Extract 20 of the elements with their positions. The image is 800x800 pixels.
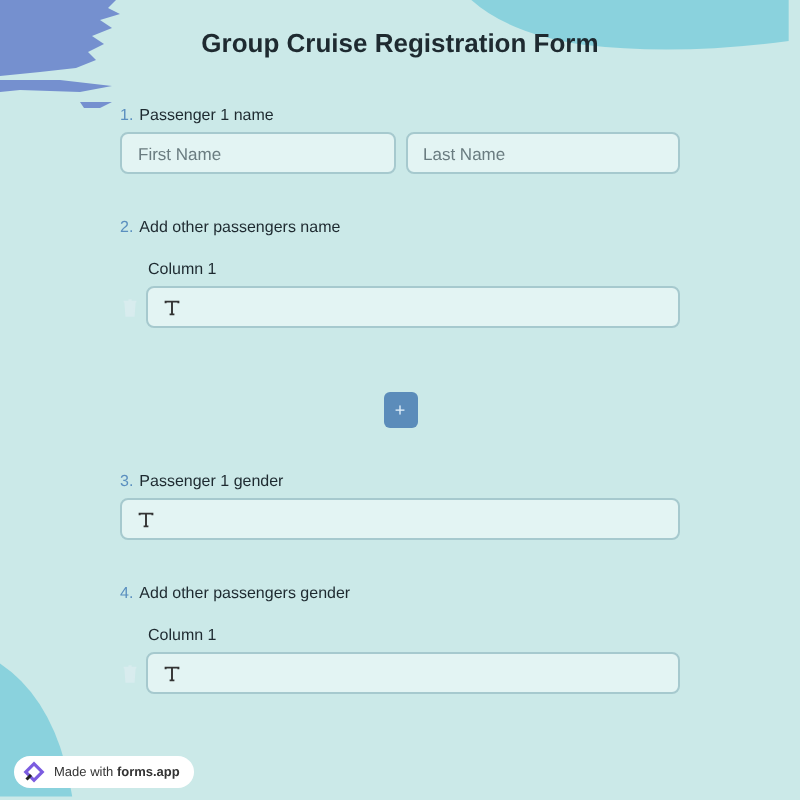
question-number: 1. bbox=[120, 106, 134, 124]
text-type-icon bbox=[164, 665, 180, 681]
column-label: Column 1 bbox=[148, 626, 219, 644]
text-type-icon bbox=[164, 299, 180, 315]
text-type-icon bbox=[138, 511, 154, 527]
form-title: Group Cruise Registration Form bbox=[199, 28, 601, 58]
column-label: Column 1 bbox=[148, 260, 219, 278]
question-number: 2. bbox=[120, 218, 134, 236]
first-name-field[interactable]: First Name bbox=[120, 132, 395, 174]
question-label: Passenger 1 gender bbox=[139, 472, 284, 490]
question-number: 4. bbox=[120, 584, 134, 602]
question-number: 3. bbox=[120, 472, 134, 490]
question-label: Add other passengers gender bbox=[139, 584, 351, 602]
text-field[interactable] bbox=[146, 286, 680, 328]
text-field[interactable] bbox=[146, 652, 680, 694]
last-name-field[interactable]: Last Name bbox=[405, 132, 680, 174]
question-label: Add other passengers name bbox=[139, 218, 341, 236]
text-field[interactable] bbox=[120, 498, 680, 540]
logo-icon bbox=[22, 760, 46, 784]
question-label: Passenger 1 name bbox=[139, 106, 274, 124]
